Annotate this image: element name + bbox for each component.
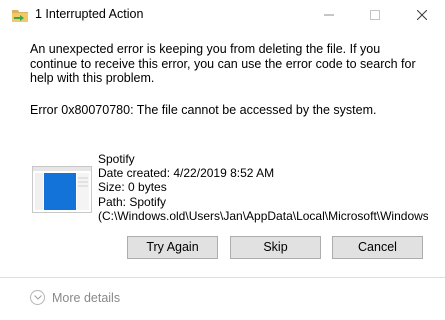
dialog-body: An unexpected error is keeping you from … bbox=[0, 30, 445, 275]
title-bar: 1 Interrupted Action bbox=[0, 0, 445, 30]
skip-button[interactable]: Skip bbox=[230, 236, 321, 259]
maximize-icon bbox=[370, 10, 380, 20]
file-date-created: Date created: 4/22/2019 8:52 AM bbox=[98, 166, 275, 181]
chevron-down-icon bbox=[30, 290, 45, 305]
file-name: Spotify bbox=[98, 152, 135, 166]
minimize-icon bbox=[324, 14, 334, 16]
more-details-label: More details bbox=[52, 290, 121, 305]
close-icon bbox=[417, 10, 427, 20]
file-thumbnail-icon bbox=[32, 166, 92, 213]
window-title: 1 Interrupted Action bbox=[35, 7, 144, 21]
more-details-toggle[interactable]: More details bbox=[30, 290, 120, 305]
error-message: An unexpected error is keeping you from … bbox=[30, 42, 416, 85]
file-info: Spotify Date created: 4/22/2019 8:52 AM … bbox=[98, 152, 428, 223]
file-full-path: (C:\Windows.old\Users\Jan\AppData\Local\… bbox=[98, 208, 428, 223]
error-code: Error 0x80070780: The file cannot be acc… bbox=[30, 103, 377, 117]
file-path: Path: Spotify bbox=[98, 194, 167, 209]
file-move-icon bbox=[12, 8, 28, 22]
minimize-button[interactable] bbox=[306, 0, 352, 30]
close-button[interactable] bbox=[399, 0, 445, 30]
dialog-footer: More details bbox=[0, 278, 445, 320]
maximize-button[interactable] bbox=[352, 0, 398, 30]
file-size: Size: 0 bytes bbox=[98, 180, 167, 195]
try-again-button[interactable]: Try Again bbox=[127, 236, 218, 259]
cancel-button[interactable]: Cancel bbox=[332, 236, 423, 259]
